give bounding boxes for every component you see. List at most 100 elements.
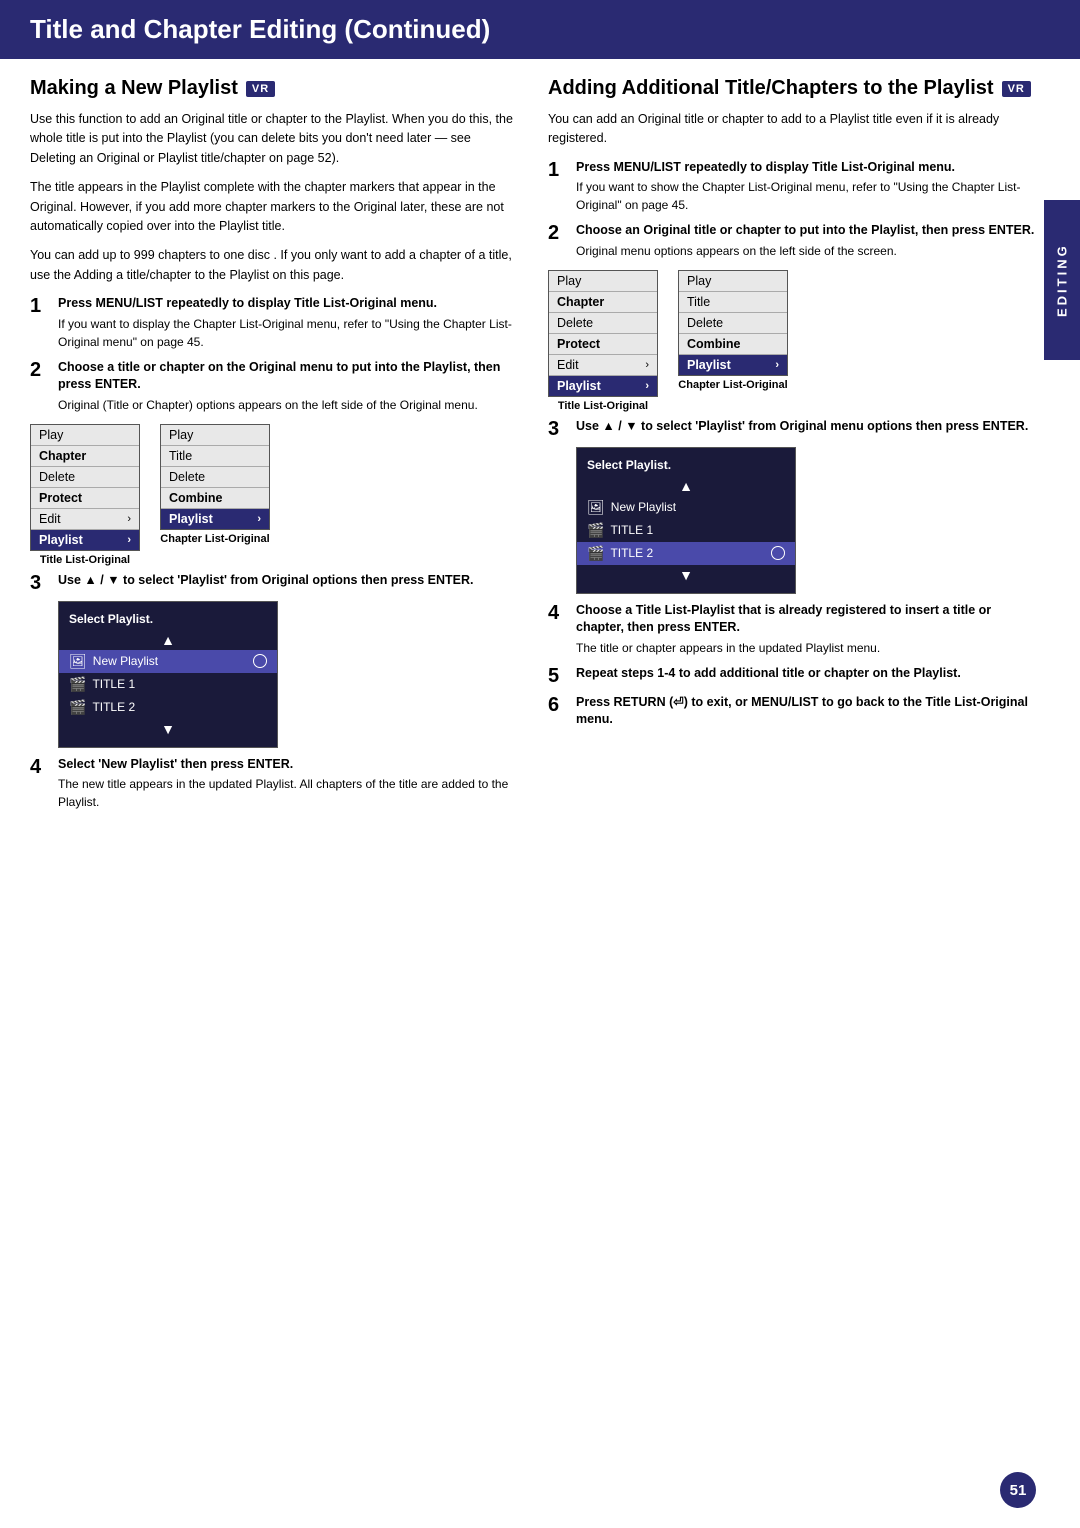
left-dialog-title: Select Playlist. xyxy=(59,610,277,630)
left-title-caption: Title List-Original xyxy=(30,554,140,566)
left-ch-menu-play: Play xyxy=(161,425,269,446)
two-col-layout: Making a New Playlist VR Use this functi… xyxy=(30,77,1036,819)
left-menu-play: Play xyxy=(31,425,139,446)
left-section-title: Making a New Playlist VR xyxy=(30,77,518,100)
right-menu-playlist: Playlist › xyxy=(549,376,657,396)
right-step-4: 4 Choose a Title List-Playlist that is a… xyxy=(548,602,1036,657)
left-dialog-icon-1: 🖼 xyxy=(69,653,87,670)
right-chapter-menu-box: Play Title Delete Combine Playlist › xyxy=(678,270,788,376)
right-dialog-title2: 🎬 TITLE 2 xyxy=(577,542,795,565)
right-step-5-title: Repeat steps 1-4 to add additional title… xyxy=(576,665,1036,683)
left-intro-1: Use this function to add an Original tit… xyxy=(30,110,518,168)
left-dialog-title1-label: TITLE 1 xyxy=(92,677,135,691)
content-area: Making a New Playlist VR Use this functi… xyxy=(0,77,1080,849)
right-title-menu-box: Play Chapter Delete Protect Edit › Playl… xyxy=(548,270,658,397)
left-title-menu-box: Play Chapter Delete Protect Edit › Playl… xyxy=(30,424,140,551)
left-step-2-body: Original (Title or Chapter) options appe… xyxy=(58,396,518,414)
left-dialog-new-playlist: 🖼 New Playlist xyxy=(59,650,277,673)
right-step-4-body: The title or chapter appears in the upda… xyxy=(576,639,1036,657)
right-ch-menu-delete: Delete xyxy=(679,313,787,334)
left-dialog-new-playlist-label: New Playlist xyxy=(93,654,158,668)
right-ch-menu-combine: Combine xyxy=(679,334,787,355)
left-step-1-title: Press MENU/LIST repeatedly to display Ti… xyxy=(58,295,518,313)
right-menu-chapter: Chapter xyxy=(549,292,657,313)
right-chapter-menu: Play Title Delete Combine Playlist › Cha… xyxy=(678,270,788,412)
left-step-2-title: Choose a title or chapter on the Origina… xyxy=(58,359,518,394)
right-step-6-title: Press RETURN (⏎) to exit, or MENU/LIST t… xyxy=(576,694,1036,729)
right-chapter-caption: Chapter List-Original xyxy=(678,379,788,391)
right-title-menu: Play Chapter Delete Protect Edit › Playl… xyxy=(548,270,658,412)
left-dialog-icon-3: 🎬 xyxy=(69,699,86,716)
left-step-4-title: Select 'New Playlist' then press ENTER. xyxy=(58,756,518,774)
right-dialog-icon-3: 🎬 xyxy=(587,545,604,562)
right-dialog-new-playlist: 🖼 New Playlist xyxy=(577,496,795,519)
left-dialog-title2-label: TITLE 2 xyxy=(92,700,135,714)
left-ch-menu-playlist: Playlist › xyxy=(161,509,269,529)
right-dialog: Select Playlist. ▲ 🖼 New Playlist 🎬 TITL… xyxy=(576,447,796,594)
vr-badge-left: VR xyxy=(246,81,275,97)
right-step-1-title: Press MENU/LIST repeatedly to display Ti… xyxy=(576,159,1036,177)
side-tab: EDITING xyxy=(1044,200,1080,360)
right-menus-row: Play Chapter Delete Protect Edit › Playl… xyxy=(548,270,1036,412)
left-dialog-icon-2: 🎬 xyxy=(69,676,86,693)
left-menu-protect: Protect xyxy=(31,488,139,509)
right-step-2-body: Original menu options appears on the lef… xyxy=(576,242,1036,260)
vr-badge-right: VR xyxy=(1002,81,1031,97)
left-ch-menu-combine: Combine xyxy=(161,488,269,509)
right-menu-edit: Edit › xyxy=(549,355,657,376)
right-step-2: 2 Choose an Original title or chapter to… xyxy=(548,222,1036,260)
left-step-3: 3 Use ▲ / ▼ to select 'Playlist' from Or… xyxy=(30,572,518,593)
right-dialog-title1: 🎬 TITLE 1 xyxy=(577,519,795,542)
left-column: Making a New Playlist VR Use this functi… xyxy=(30,77,518,819)
page-number: 51 xyxy=(1000,1472,1036,1508)
left-chapter-menu-box: Play Title Delete Combine Playlist › xyxy=(160,424,270,530)
left-step-2: 2 Choose a title or chapter on the Origi… xyxy=(30,359,518,414)
right-intro: You can add an Original title or chapter… xyxy=(548,110,1036,149)
right-dialog-icon-2: 🎬 xyxy=(587,522,604,539)
left-dialog-title1: 🎬 TITLE 1 xyxy=(59,673,277,696)
right-dialog-down: ▼ xyxy=(577,565,795,585)
page-wrapper: Title and Chapter Editing (Continued) ED… xyxy=(0,0,1080,1528)
left-step-4-body: The new title appears in the updated Pla… xyxy=(58,775,518,811)
left-title-menu: Play Chapter Delete Protect Edit › Playl… xyxy=(30,424,140,566)
left-dialog-circle-1 xyxy=(253,654,267,668)
right-ch-menu-play: Play xyxy=(679,271,787,292)
left-chapter-caption: Chapter List-Original xyxy=(160,533,270,545)
right-dialog-title: Select Playlist. xyxy=(577,456,795,476)
left-intro-3: You can add up to 999 chapters to one di… xyxy=(30,246,518,285)
right-menu-protect: Protect xyxy=(549,334,657,355)
right-menu-play: Play xyxy=(549,271,657,292)
right-title-caption: Title List-Original xyxy=(548,400,658,412)
left-chapter-menu: Play Title Delete Combine Playlist › Cha… xyxy=(160,424,270,566)
left-menu-playlist: Playlist › xyxy=(31,530,139,550)
right-step-4-title: Choose a Title List-Playlist that is alr… xyxy=(576,602,1036,637)
header-banner: Title and Chapter Editing (Continued) xyxy=(0,0,1080,59)
left-dialog-up: ▲ xyxy=(59,630,277,650)
left-menu-chapter: Chapter xyxy=(31,446,139,467)
left-step-1: 1 Press MENU/LIST repeatedly to display … xyxy=(30,295,518,351)
header-title: Title and Chapter Editing (Continued) xyxy=(30,14,490,44)
left-intro-2: The title appears in the Playlist comple… xyxy=(30,178,518,236)
right-step-1-body: If you want to show the Chapter List-Ori… xyxy=(576,178,1036,214)
right-ch-menu-title: Title xyxy=(679,292,787,313)
right-step-1: 1 Press MENU/LIST repeatedly to display … xyxy=(548,159,1036,215)
right-step-3-title: Use ▲ / ▼ to select 'Playlist' from Orig… xyxy=(576,418,1036,436)
left-menus-row: Play Chapter Delete Protect Edit › Playl… xyxy=(30,424,518,566)
right-step-6: 6 Press RETURN (⏎) to exit, or MENU/LIST… xyxy=(548,694,1036,729)
left-step-1-body: If you want to display the Chapter List-… xyxy=(58,315,518,351)
right-step-3: 3 Use ▲ / ▼ to select 'Playlist' from Or… xyxy=(548,418,1036,439)
left-ch-menu-title: Title xyxy=(161,446,269,467)
right-section-title: Adding Additional Title/Chapters to the … xyxy=(548,77,1036,100)
right-dialog-icon-1: 🖼 xyxy=(587,499,605,516)
right-menu-delete: Delete xyxy=(549,313,657,334)
right-step-5: 5 Repeat steps 1-4 to add additional tit… xyxy=(548,665,1036,686)
right-step-2-title: Choose an Original title or chapter to p… xyxy=(576,222,1036,240)
left-menu-edit: Edit › xyxy=(31,509,139,530)
right-dialog-new-playlist-label: New Playlist xyxy=(611,500,676,514)
left-menu-delete: Delete xyxy=(31,467,139,488)
left-ch-menu-delete: Delete xyxy=(161,467,269,488)
right-ch-menu-playlist: Playlist › xyxy=(679,355,787,375)
right-dialog-up: ▲ xyxy=(577,476,795,496)
left-dialog-title2: 🎬 TITLE 2 xyxy=(59,696,277,719)
right-dialog-circle xyxy=(771,546,785,560)
